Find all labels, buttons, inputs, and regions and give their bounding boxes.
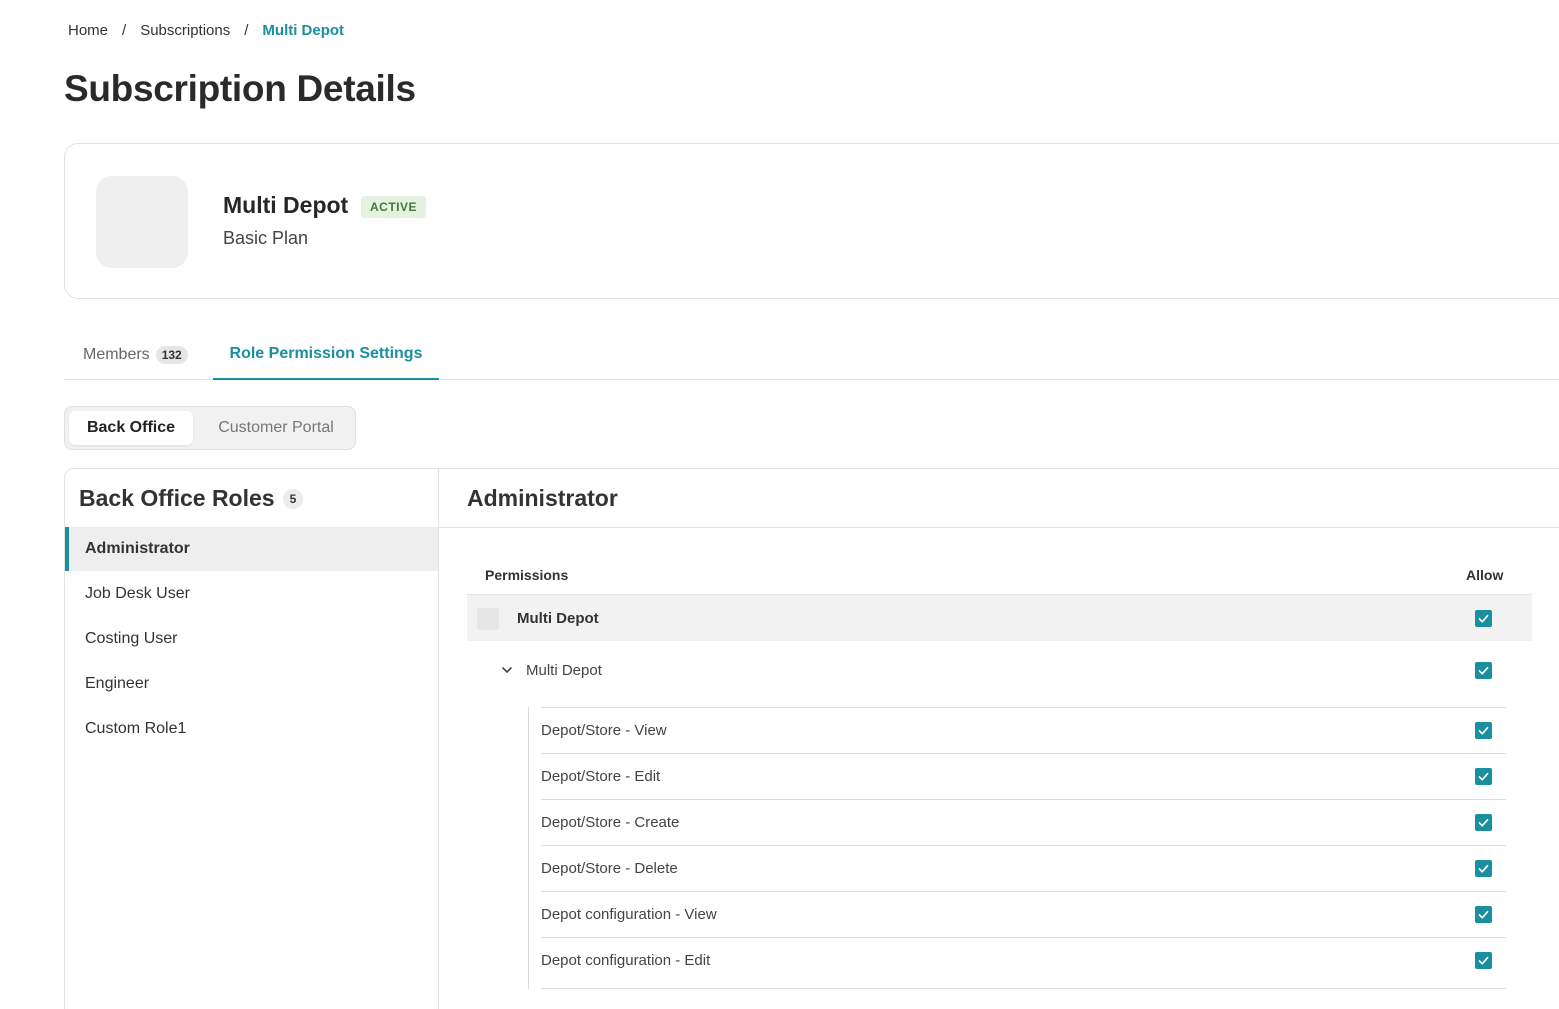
segment-back-office[interactable]: Back Office: [69, 411, 193, 445]
permission-label: Depot configuration - View: [541, 906, 717, 923]
role-item-custom-role1[interactable]: Custom Role1: [65, 707, 438, 751]
tab-bar: Members 132 Role Permission Settings: [64, 330, 1559, 380]
breadcrumb-subscriptions[interactable]: Subscriptions: [140, 22, 230, 39]
roles-header: Back Office Roles 5: [79, 485, 304, 512]
permission-subgroup-label: Multi Depot: [526, 662, 602, 679]
check-icon: [1478, 666, 1489, 675]
check-icon: [1478, 726, 1489, 735]
chevron-down-icon[interactable]: [499, 662, 515, 678]
role-item-job-desk-user[interactable]: Job Desk User: [65, 572, 438, 616]
subscription-card: Multi Depot ACTIVE Basic Plan: [64, 143, 1559, 299]
role-detail: Administrator Permissions Allow Multi De…: [439, 469, 1559, 1009]
members-count-badge: 132: [155, 346, 188, 364]
portal-segmented-control: Back Office Customer Portal: [64, 406, 356, 450]
subscription-logo: [96, 176, 188, 268]
allow-column-header: Allow: [1466, 567, 1504, 583]
check-icon: [1478, 910, 1489, 919]
permission-allow-checkbox[interactable]: [1475, 906, 1492, 923]
subscription-plan: Basic Plan: [223, 228, 309, 248]
permission-label: Depot/Store - Create: [541, 814, 680, 831]
breadcrumb-current: Multi Depot: [262, 22, 345, 39]
permission-subgroup-row[interactable]: Multi Depot: [467, 647, 1532, 694]
permission-allow-checkbox[interactable]: [1475, 722, 1492, 739]
subscription-name: Multi Depot: [223, 192, 349, 218]
permission-allow-checkbox[interactable]: [1475, 952, 1492, 969]
permission-allow-checkbox[interactable]: [1475, 814, 1492, 831]
subgroup-allow-checkbox[interactable]: [1475, 662, 1492, 679]
permission-row: Depot configuration - Edit: [541, 937, 1506, 983]
permission-allow-checkbox[interactable]: [1475, 860, 1492, 877]
check-icon: [1478, 772, 1489, 781]
group-allow-checkbox[interactable]: [1475, 610, 1492, 627]
role-detail-header: Administrator: [439, 469, 1559, 528]
group-icon: [477, 608, 499, 630]
check-icon: [1478, 614, 1489, 623]
permission-row: Depot/Store - Delete: [541, 845, 1506, 891]
check-icon: [1478, 864, 1489, 873]
breadcrumb-home[interactable]: Home: [68, 22, 108, 39]
permission-row: Depot/Store - View: [541, 707, 1506, 753]
role-item-administrator[interactable]: Administrator: [65, 527, 438, 571]
permission-row: Depot/Store - Create: [541, 799, 1506, 845]
permissions-column-header: Permissions: [485, 567, 569, 583]
status-badge: ACTIVE: [361, 196, 427, 218]
tab-members-label: Members: [83, 346, 150, 363]
check-icon: [1478, 818, 1489, 827]
check-icon: [1478, 956, 1489, 965]
breadcrumb-separator: /: [244, 22, 249, 39]
divider: [541, 988, 1506, 989]
permission-row: Depot configuration - View: [541, 891, 1506, 937]
roles-count-badge: 5: [282, 488, 304, 509]
permission-label: Depot configuration - Edit: [541, 952, 711, 969]
permission-group-row: Multi Depot: [467, 594, 1532, 641]
tab-role-permission-settings[interactable]: Role Permission Settings: [213, 330, 439, 380]
roles-title: Back Office Roles: [79, 485, 275, 511]
role-item-engineer[interactable]: Engineer: [65, 662, 438, 706]
page-title: Subscription Details: [64, 68, 416, 109]
tree-connector: [528, 707, 529, 989]
permission-label: Depot/Store - View: [541, 722, 667, 739]
role-detail-title: Administrator: [467, 485, 618, 511]
permission-row: Depot/Store - Edit: [541, 753, 1506, 799]
permission-group-label: Multi Depot: [517, 610, 599, 627]
page: Home / Subscriptions / Multi Depot Subsc…: [0, 0, 1559, 1009]
permission-label: Depot/Store - Edit: [541, 768, 661, 785]
roles-panel: Back Office Roles 5 Administrator Job De…: [64, 468, 1559, 1009]
permission-label: Depot/Store - Delete: [541, 860, 678, 877]
breadcrumb: Home / Subscriptions / Multi Depot: [68, 22, 344, 39]
tab-members[interactable]: Members 132: [83, 330, 188, 380]
roles-list: Back Office Roles 5 Administrator Job De…: [65, 469, 439, 1009]
segment-customer-portal[interactable]: Customer Portal: [203, 411, 349, 445]
role-item-costing-user[interactable]: Costing User: [65, 617, 438, 661]
permission-allow-checkbox[interactable]: [1475, 768, 1492, 785]
breadcrumb-separator: /: [122, 22, 127, 39]
